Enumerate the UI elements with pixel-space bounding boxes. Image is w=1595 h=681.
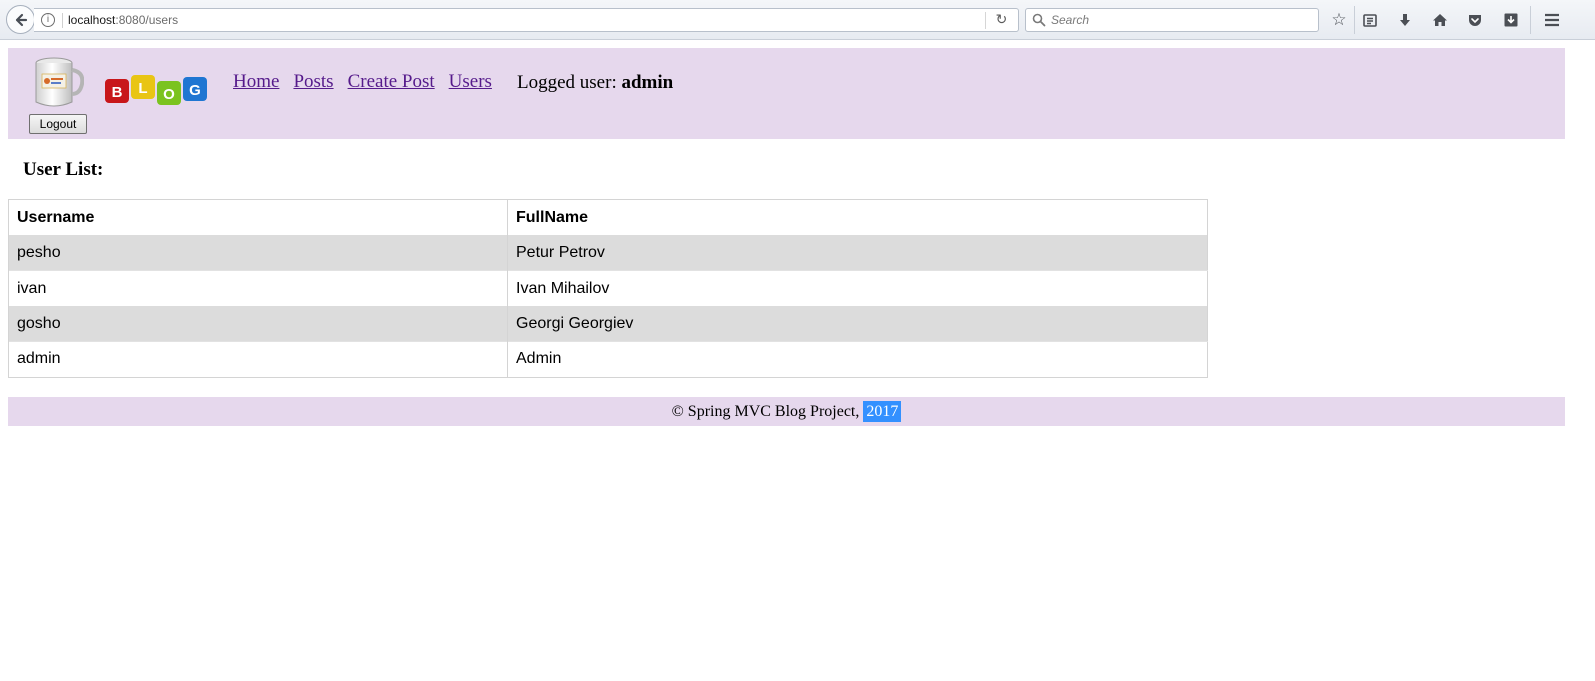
site-header: Logout B L O G Home Posts Create Post Us… [8, 48, 1565, 139]
home-icon[interactable] [1429, 9, 1451, 31]
user-table: Username FullName pesho Petur Petrov iva… [8, 199, 1208, 378]
fullname-cell: Admin [507, 341, 1208, 377]
reload-separator [985, 12, 986, 29]
url-text[interactable]: localhost:8080/users [68, 13, 178, 28]
nav-link-posts[interactable]: Posts [293, 71, 333, 93]
username-cell: pesho [8, 235, 508, 271]
site-footer: © Spring MVC Blog Project, 2017 [8, 397, 1565, 426]
browser-toolbar: i localhost:8080/users ↻ Search ☆ [0, 0, 1595, 40]
info-icon[interactable]: i [41, 13, 55, 27]
footer-year-selected: 2017 [863, 401, 902, 422]
username-cell: gosho [8, 306, 508, 342]
search-input[interactable]: Search [1025, 8, 1319, 32]
reload-icon[interactable]: ↻ [993, 12, 1010, 29]
toolbar-divider [1530, 6, 1531, 34]
url-separator [62, 13, 63, 28]
blog-logo-letter: B [112, 84, 123, 101]
downloads-icon[interactable] [1394, 9, 1416, 31]
table-row: pesho Petur Petrov [8, 235, 1208, 271]
address-bar[interactable]: i localhost:8080/users ↻ [34, 8, 1019, 32]
nav-link-users[interactable]: Users [449, 71, 492, 93]
back-arrow-icon [15, 13, 27, 26]
blog-logo: B L O G [105, 75, 207, 105]
search-icon [1032, 13, 1046, 27]
reading-list-icon[interactable] [1359, 9, 1381, 31]
table-header-row: Username FullName [8, 199, 1208, 235]
toolbar-divider [1354, 6, 1355, 34]
main-nav: Home Posts Create Post Users [233, 71, 492, 93]
table-row: ivan Ivan Mihailov [8, 270, 1208, 306]
blog-logo-letter: O [163, 86, 175, 103]
logged-user-name: admin [621, 72, 674, 93]
table-row: gosho Georgi Georgiev [8, 306, 1208, 342]
nav-link-home[interactable]: Home [233, 71, 279, 93]
column-header-username: Username [8, 199, 508, 235]
fullname-cell: Georgi Georgiev [507, 306, 1208, 342]
bookmark-star-icon[interactable]: ☆ [1328, 9, 1350, 31]
back-button[interactable] [6, 5, 35, 34]
page-title: User List: [23, 159, 104, 180]
menu-icon[interactable] [1541, 9, 1563, 31]
blog-logo-letter: G [189, 82, 201, 99]
java-mug-logo [35, 57, 84, 107]
blog-logo-letter: L [138, 80, 147, 97]
logged-user-label: Logged user: [517, 72, 617, 93]
search-placeholder: Search [1051, 13, 1090, 27]
username-cell: admin [8, 341, 508, 377]
fullname-cell: Ivan Mihailov [507, 270, 1208, 306]
nav-link-create-post[interactable]: Create Post [348, 71, 435, 93]
footer-text: © Spring MVC Blog Project, [671, 403, 860, 420]
save-download-icon[interactable] [1500, 9, 1522, 31]
logged-user-info: Logged user: admin [517, 72, 673, 94]
username-cell: ivan [8, 270, 508, 306]
column-header-fullname: FullName [507, 199, 1208, 235]
fullname-cell: Petur Petrov [507, 235, 1208, 271]
pocket-icon[interactable] [1464, 9, 1486, 31]
table-row: admin Admin [8, 341, 1208, 377]
logout-button[interactable]: Logout [29, 114, 87, 134]
